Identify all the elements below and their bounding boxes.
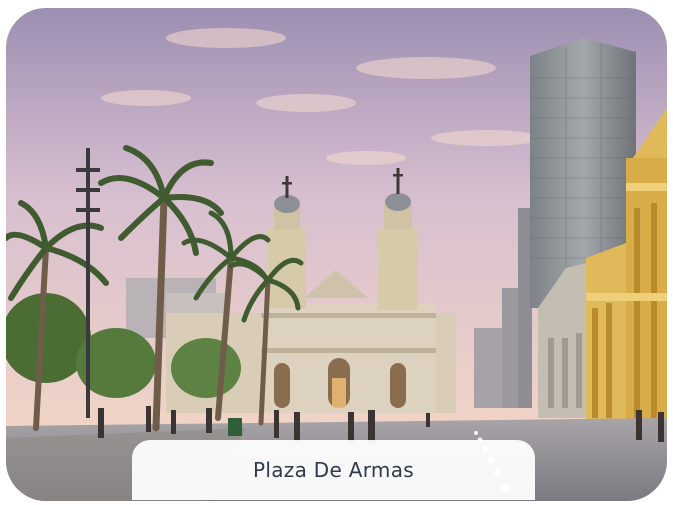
caption-panel: Plaza De Armas bbox=[132, 440, 535, 500]
background-tower bbox=[502, 288, 520, 408]
background-tower bbox=[518, 208, 532, 408]
trash-bin bbox=[228, 418, 242, 436]
plaza-photo-card bbox=[6, 8, 667, 501]
background-tower bbox=[474, 328, 504, 408]
plaza-photo bbox=[6, 8, 667, 501]
caption-title: Plaza De Armas bbox=[253, 458, 414, 482]
